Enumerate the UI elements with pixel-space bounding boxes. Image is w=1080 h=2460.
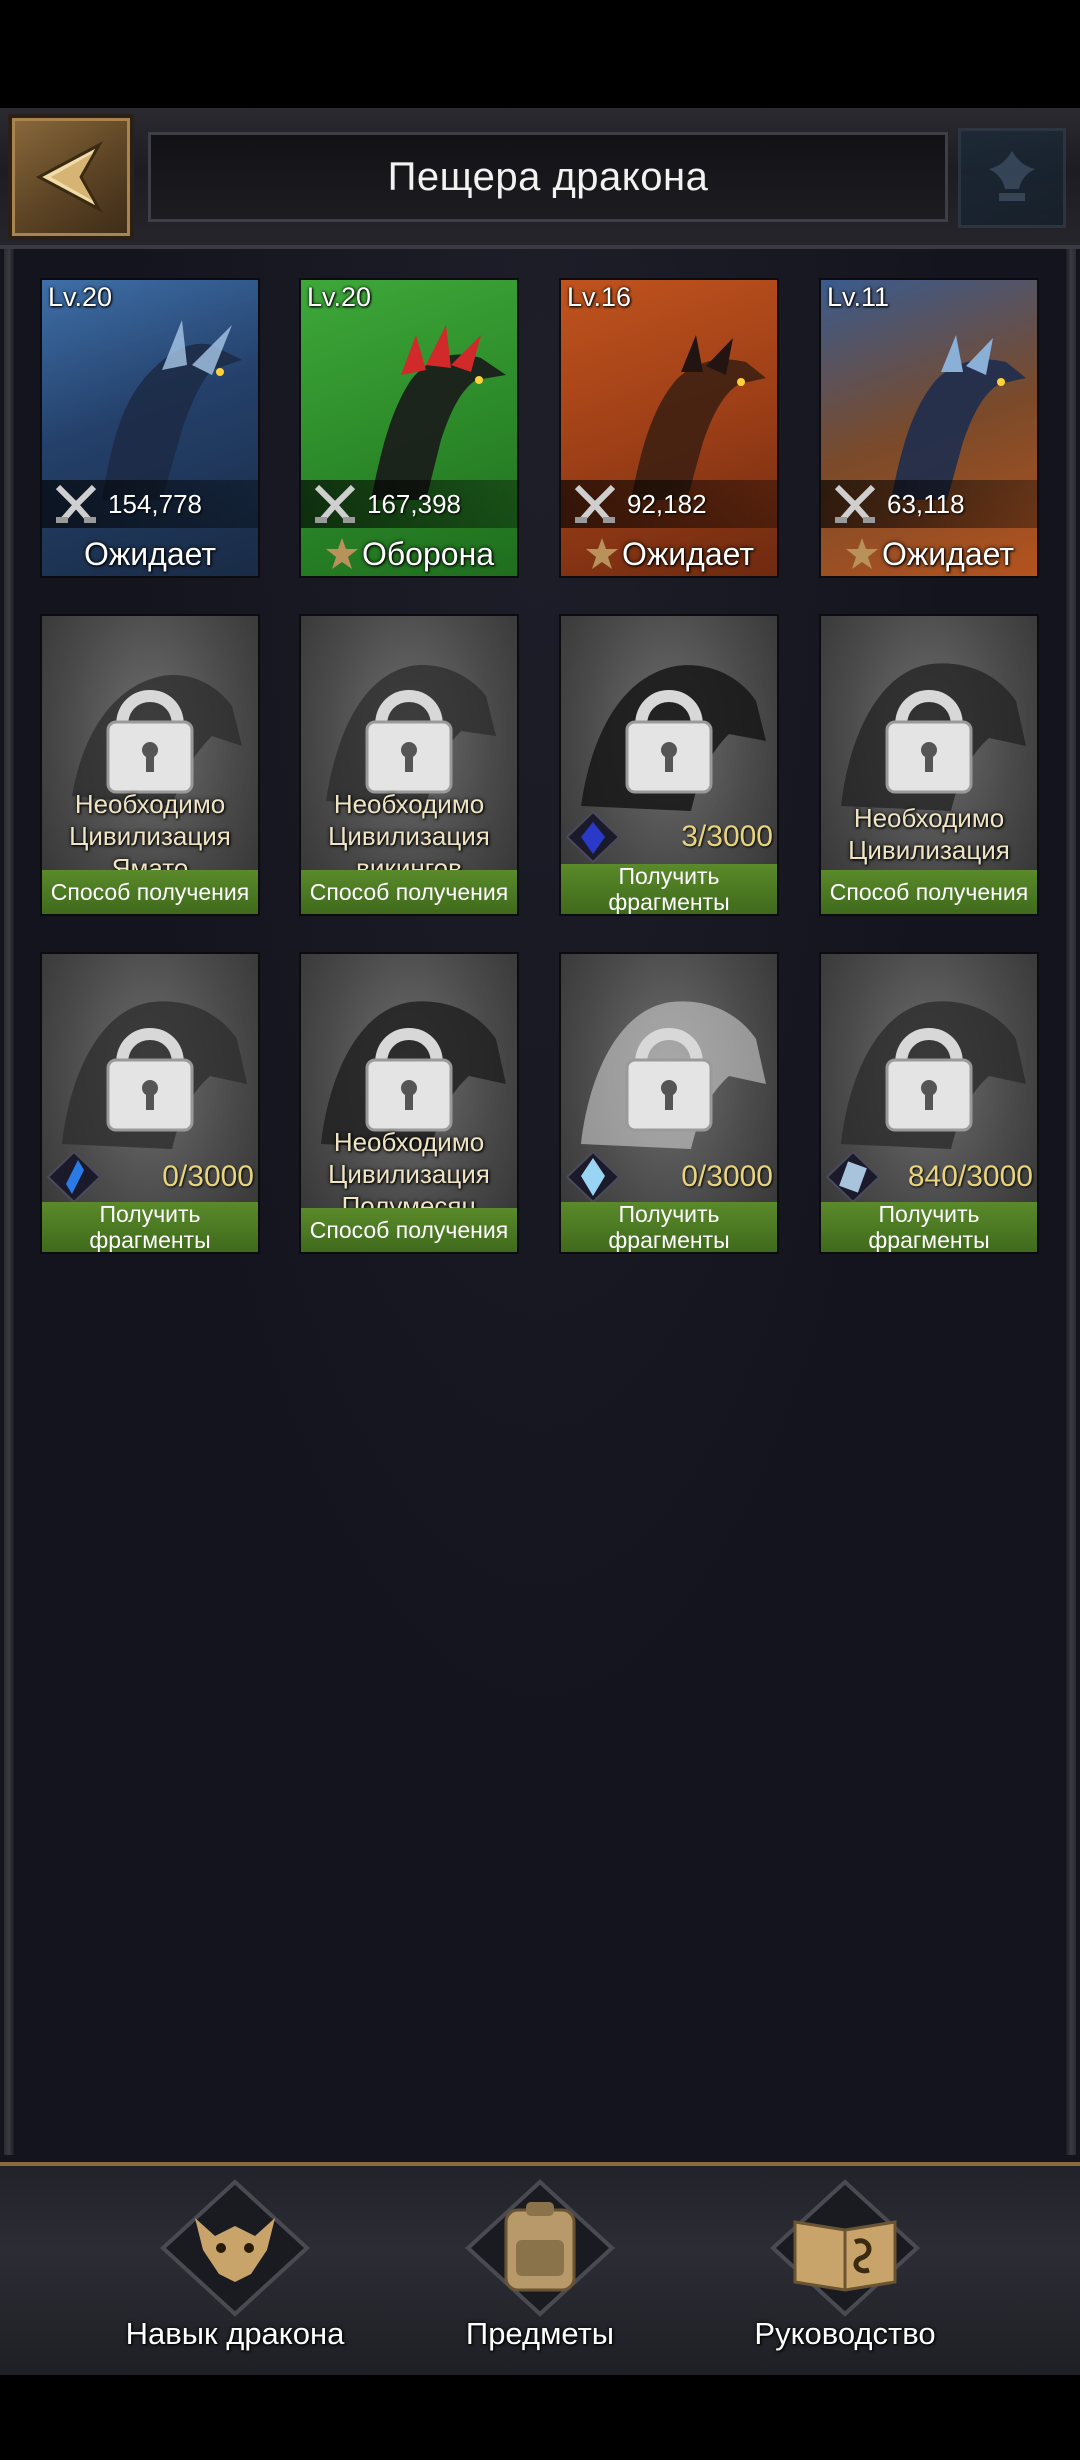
fragment-count: 0/3000 (681, 1160, 773, 1193)
nav-items[interactable]: Предметы (410, 2166, 670, 2379)
status-row: Ожидает (42, 532, 258, 576)
star-icon (325, 538, 358, 569)
fragment-count: 840/3000 (907, 1160, 1033, 1193)
dragon-power: 167,398 (367, 488, 461, 519)
dragon-card-2[interactable]: Lv.20 167,398 Оборона (299, 278, 519, 578)
ice-crystal-icon (565, 1150, 621, 1204)
get-fragments-button[interactable]: Получить фрагменты (561, 863, 777, 914)
dragon-power: 92,182 (627, 488, 707, 519)
fragment-row: 0/3000 (42, 1150, 258, 1204)
back-arrow-icon (35, 141, 103, 213)
dragon-portrait-icon (371, 325, 506, 500)
fragment-row: 3/3000 (561, 810, 777, 864)
crossed-swords-icon (314, 484, 356, 523)
nav-label: Предметы (465, 2316, 615, 2351)
nav-dragon-skill[interactable]: Навык дракона (105, 2166, 365, 2379)
dragon-status: Оборона (361, 535, 495, 572)
locked-dragon-card-5[interactable]: 0/3000 Получить фрагменты (40, 952, 260, 1254)
power-row: 154,778 (42, 480, 258, 528)
dragon-power: 154,778 (108, 488, 202, 519)
nav-label: Навык дракона (125, 2316, 345, 2351)
dragon-portrait-icon (102, 320, 242, 500)
status-bar-area (0, 0, 1080, 108)
page-title: Пещера дракона (387, 154, 709, 199)
blue-shard-icon (46, 1150, 102, 1204)
get-fragments-button[interactable]: Получить фрагменты (821, 1201, 1037, 1252)
fleur-emblem-icon (989, 151, 1035, 201)
get-fragments-button[interactable]: Получить фрагменты (561, 1201, 777, 1252)
star-icon (585, 538, 618, 569)
dragon-skull-icon (160, 2179, 310, 2317)
dragon-level: Lv.20 (48, 282, 113, 312)
frost-crystal-icon (825, 1150, 881, 1204)
guide-book-icon (770, 2179, 920, 2317)
power-row: 63,118 (821, 480, 1037, 528)
dragon-status: Ожидает (621, 535, 755, 572)
back-button[interactable] (8, 114, 134, 240)
power-row: 92,182 (561, 480, 777, 528)
dragon-card-1[interactable]: Lv.20 154,778 Ожидает (40, 278, 260, 578)
nav-guide[interactable]: Руководство (715, 2166, 975, 2379)
right-frame (1066, 245, 1076, 2155)
fragment-count: 3/3000 (681, 820, 773, 853)
bottom-nav: Навык дракона Предметы Руководство (0, 2162, 1080, 2379)
dragon-level: Lv.20 (307, 282, 372, 312)
locked-dragon-card-1[interactable]: Необходимо Цивилизация Ямато Способ полу… (40, 614, 260, 916)
crossed-swords-icon (574, 484, 616, 523)
dragon-status: Ожидает (83, 535, 217, 572)
fragment-row: 0/3000 (561, 1150, 777, 1204)
status-row: Оборона (301, 532, 517, 576)
fragment-row: 840/3000 (821, 1150, 1037, 1204)
dragon-level: Lv.16 (567, 282, 632, 312)
power-row: 167,398 (301, 480, 517, 528)
dragon-card-3[interactable]: Lv.16 92,182 Ожидает (559, 278, 779, 578)
get-fragments-button[interactable]: Получить фрагменты (42, 1201, 258, 1252)
obtain-method-button[interactable]: Способ получения (821, 870, 1037, 914)
obtain-method-button[interactable]: Способ получения (301, 870, 517, 914)
crossed-swords-icon (834, 484, 876, 523)
dragon-status: Ожидает (881, 535, 1015, 572)
locked-dragon-card-8[interactable]: 840/3000 Получить фрагменты (819, 952, 1039, 1254)
dragon-portrait-icon (891, 335, 1026, 500)
dragon-power: 63,118 (887, 488, 965, 519)
left-frame (4, 245, 14, 2155)
system-nav-area (0, 2375, 1080, 2460)
locked-dragon-card-7[interactable]: 0/3000 Получить фрагменты (559, 952, 779, 1254)
dragon-card-4[interactable]: Lv.11 63,118 Ожидает (819, 278, 1039, 578)
locked-dragon-card-2[interactable]: Необходимо Цивилизация викингов Способ п… (299, 614, 519, 916)
status-row: Ожидает (821, 532, 1037, 576)
dark-blue-crystal-icon (565, 810, 621, 864)
title-bar: Пещера дракона (148, 132, 948, 222)
corner-emblem-button[interactable] (958, 128, 1066, 228)
star-icon (845, 538, 878, 569)
dragon-portrait-icon (631, 335, 766, 500)
locked-dragon-card-3[interactable]: 3/3000 Получить фрагменты (559, 614, 779, 916)
header: Пещера дракона (0, 108, 1080, 249)
backpack-icon (465, 2179, 615, 2317)
obtain-method-button[interactable]: Способ получения (42, 870, 258, 914)
locked-dragon-card-6[interactable]: Необходимо Цивилизация Полумесяц Способ … (299, 952, 519, 1254)
fragment-count: 0/3000 (162, 1160, 254, 1193)
status-row: Ожидает (561, 532, 777, 576)
dragon-level: Lv.11 (827, 282, 890, 312)
obtain-method-button[interactable]: Способ получения (301, 1208, 517, 1252)
nav-label: Руководство (754, 2316, 936, 2351)
crossed-swords-icon (55, 484, 97, 523)
locked-dragon-card-4[interactable]: Необходимо Цивилизация Цинь Способ получ… (819, 614, 1039, 916)
